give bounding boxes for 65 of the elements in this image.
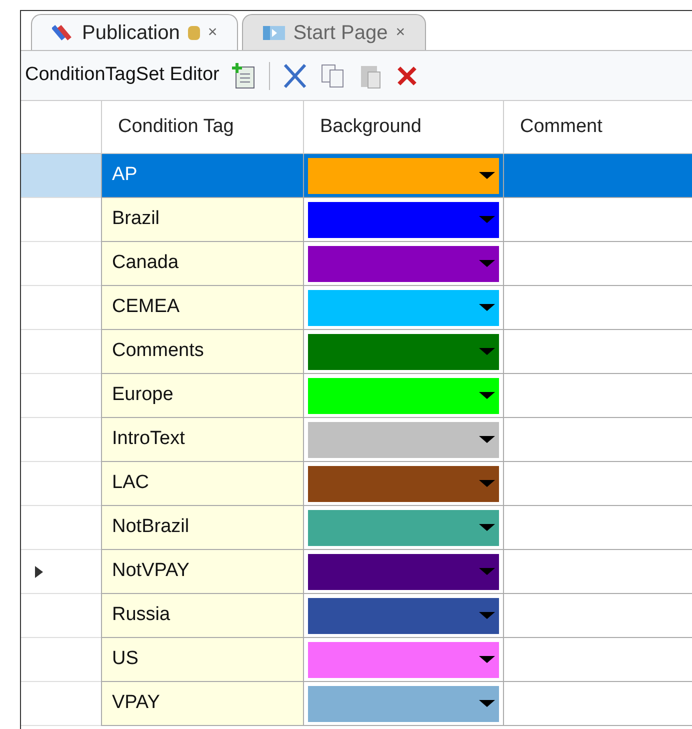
color-dropdown[interactable]	[308, 510, 499, 546]
dropdown-arrow-icon	[479, 436, 495, 443]
comment-cell[interactable]	[503, 462, 692, 506]
comment-cell[interactable]	[503, 638, 692, 682]
dropdown-arrow-icon	[479, 348, 495, 355]
table-cell[interactable]: US	[101, 638, 303, 682]
dropdown-arrow-icon	[479, 260, 495, 267]
color-dropdown[interactable]	[308, 378, 499, 414]
delete-icon[interactable]	[396, 64, 418, 86]
comment-cell[interactable]	[503, 330, 692, 374]
comment-cell[interactable]	[503, 374, 692, 418]
table-cell[interactable]: Comments	[101, 330, 303, 374]
dropdown-arrow-icon	[479, 612, 495, 619]
comment-cell[interactable]	[503, 286, 692, 330]
close-icon[interactable]: ×	[208, 20, 218, 44]
color-dropdown[interactable]	[308, 642, 499, 678]
color-dropdown[interactable]	[308, 290, 499, 326]
copy-icon[interactable]	[320, 62, 346, 90]
color-dropdown[interactable]	[308, 334, 499, 370]
table-cell[interactable]: Russia	[101, 594, 303, 638]
table-cell[interactable]: LAC	[101, 462, 303, 506]
table-cell[interactable]: IntroText	[101, 418, 303, 462]
comment-cell[interactable]	[503, 418, 692, 462]
dropdown-arrow-icon	[479, 568, 495, 575]
color-dropdown[interactable]	[308, 554, 499, 590]
dropdown-arrow-icon	[479, 656, 495, 663]
close-icon[interactable]: ×	[396, 20, 406, 44]
table-cell[interactable]: AP	[101, 154, 303, 198]
editor-title: ConditionTagSet Editor	[25, 63, 220, 88]
row-header[interactable]	[21, 154, 101, 198]
table-cell[interactable]: Canada	[101, 242, 303, 286]
dropdown-arrow-icon	[479, 524, 495, 531]
comment-cell[interactable]	[503, 506, 692, 550]
dropdown-arrow-icon	[479, 216, 495, 223]
color-dropdown[interactable]	[308, 466, 499, 502]
comment-cell[interactable]	[503, 154, 692, 198]
color-dropdown[interactable]	[308, 158, 499, 194]
comment-cell[interactable]	[503, 682, 692, 726]
table-cell[interactable]: Europe	[101, 374, 303, 418]
table-cell[interactable]: VPAY	[101, 682, 303, 726]
table-cell[interactable]: CEMEA	[101, 286, 303, 330]
comment-cell[interactable]	[503, 198, 692, 242]
color-dropdown[interactable]	[308, 246, 499, 282]
tab[interactable]: Start Page ×	[242, 14, 426, 50]
table-cell[interactable]: Brazil	[101, 198, 303, 242]
lock-icon	[188, 26, 200, 40]
dropdown-arrow-icon	[479, 392, 495, 399]
color-dropdown[interactable]	[308, 598, 499, 634]
color-dropdown[interactable]	[308, 422, 499, 458]
dropdown-arrow-icon	[479, 700, 495, 707]
color-dropdown[interactable]	[308, 686, 499, 722]
table-cell[interactable]: NotVPAY	[101, 550, 303, 594]
tab[interactable]: Publication ×	[31, 14, 238, 50]
page-icon	[263, 24, 286, 40]
comment-cell[interactable]	[503, 242, 692, 286]
cut-icon[interactable]	[282, 62, 308, 90]
dropdown-arrow-icon	[479, 172, 495, 179]
comment-cell[interactable]	[503, 550, 692, 594]
dropdown-arrow-icon	[479, 480, 495, 487]
table-cell[interactable]: NotBrazil	[101, 506, 303, 550]
pens-icon	[52, 22, 74, 42]
comment-cell[interactable]	[503, 594, 692, 638]
dropdown-arrow-icon	[479, 304, 495, 311]
add-document-icon[interactable]	[231, 62, 258, 90]
color-dropdown[interactable]	[308, 202, 499, 238]
